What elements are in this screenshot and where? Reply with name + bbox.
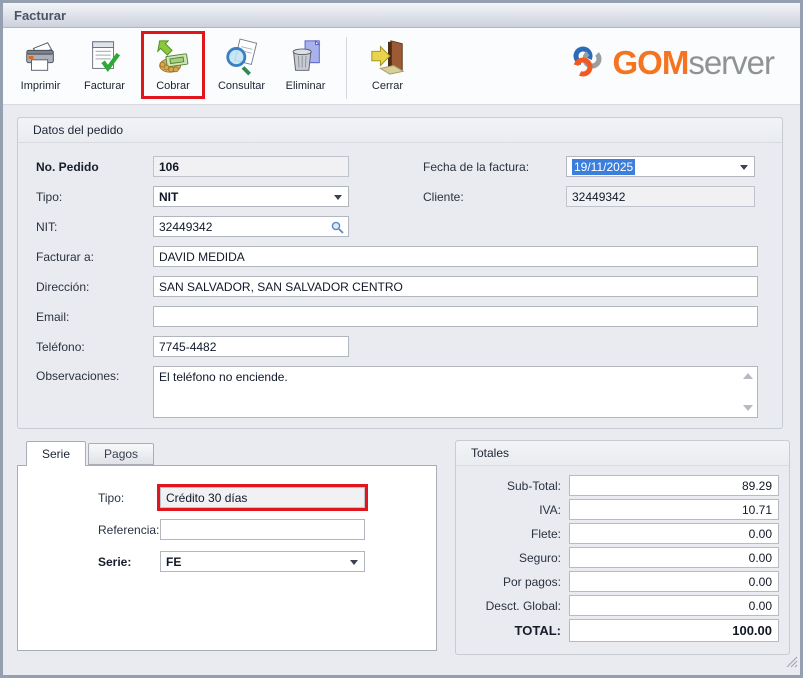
iva-label: IVA:	[539, 503, 561, 517]
datos-del-pedido-group: Datos del pedido No. Pedido 106 Fecha de…	[17, 117, 783, 429]
direccion-field[interactable]: SAN SALVADOR, SAN SALVADOR CENTRO	[153, 276, 758, 297]
imprimir-button[interactable]: Imprimir	[9, 31, 72, 92]
cliente-field: 32449342	[566, 186, 755, 207]
resize-grip[interactable]	[785, 655, 798, 673]
por-pagos-label: Por pagos:	[503, 575, 561, 589]
gomserver-logo: GOMserver	[568, 45, 774, 79]
chevron-down-icon[interactable]	[350, 560, 358, 565]
email-label: Email:	[36, 310, 153, 324]
no-pedido-field: 106	[153, 156, 349, 177]
cerrar-label: Cerrar	[372, 80, 403, 92]
collect-payment-icon	[152, 35, 194, 79]
eliminar-button[interactable]: Eliminar	[274, 31, 337, 92]
toolbar-separator	[346, 37, 347, 99]
totales-group: Totales Sub-Total: 89.29 IVA: 10.71 Flet…	[455, 440, 790, 655]
total-field: 100.00	[569, 619, 779, 642]
no-pedido-label: No. Pedido	[36, 160, 153, 174]
por-pagos-field: 0.00	[569, 571, 779, 592]
invoice-check-icon	[84, 35, 126, 79]
trash-icon	[285, 35, 327, 79]
tab-pagos-label: Pagos	[104, 447, 138, 461]
facturar-window: Facturar Imprimir	[0, 0, 803, 678]
email-field[interactable]	[153, 306, 758, 327]
eliminar-label: Eliminar	[286, 80, 326, 92]
subtotal-label: Sub-Total:	[507, 479, 561, 493]
scroll-down-icon[interactable]	[743, 405, 753, 411]
referencia-field[interactable]	[160, 519, 365, 540]
fecha-factura-value: 19/11/2025	[572, 159, 635, 175]
toolbar: Imprimir Facturar	[3, 28, 800, 105]
imprimir-label: Imprimir	[21, 80, 61, 92]
exit-door-icon	[367, 35, 409, 79]
brand-primary: GOM	[612, 44, 688, 81]
fecha-factura-label: Fecha de la factura:	[423, 160, 566, 174]
panel-tipo-label: Tipo:	[98, 491, 160, 505]
panel-tipo-field: Crédito 30 días	[160, 487, 365, 508]
nit-label: NIT:	[36, 220, 153, 234]
consultar-button[interactable]: Consultar	[210, 31, 273, 92]
desct-global-field: 0.00	[569, 595, 779, 616]
window-title: Facturar	[14, 8, 66, 23]
observaciones-label: Observaciones:	[36, 366, 153, 383]
nit-value: 32449342	[159, 220, 212, 234]
gomserver-logo-icon	[568, 45, 606, 79]
cliente-label: Cliente:	[423, 190, 566, 204]
flete-field: 0.00	[569, 523, 779, 544]
observaciones-textarea[interactable]: El teléfono no enciende.	[153, 366, 758, 418]
chevron-down-icon[interactable]	[740, 165, 748, 170]
printer-icon	[20, 35, 62, 79]
facturar-label: Facturar	[84, 80, 125, 92]
title-bar: Facturar	[3, 3, 800, 28]
telefono-field[interactable]: 7745-4482	[153, 336, 349, 357]
consultar-label: Consultar	[218, 80, 265, 92]
totales-group-title: Totales	[456, 441, 789, 466]
serie-value: FE	[166, 555, 181, 569]
fecha-factura-field[interactable]: 19/11/2025	[566, 156, 755, 177]
referencia-label: Referencia:	[98, 523, 160, 537]
tab-pagos[interactable]: Pagos	[88, 443, 154, 465]
facturar-a-field[interactable]: DAVID MEDIDA	[153, 246, 758, 267]
serie-dropdown[interactable]: FE	[160, 551, 365, 572]
tipo-value: NIT	[159, 190, 178, 204]
nit-field[interactable]: 32449342	[153, 216, 349, 237]
seguro-field: 0.00	[569, 547, 779, 568]
facturar-button[interactable]: Facturar	[73, 31, 136, 92]
facturar-a-label: Facturar a:	[36, 250, 153, 264]
iva-field: 10.71	[569, 499, 779, 520]
cerrar-button[interactable]: Cerrar	[356, 31, 419, 92]
chevron-down-icon[interactable]	[334, 195, 342, 200]
brand-secondary: server	[688, 44, 774, 81]
tab-serie-label: Serie	[42, 447, 70, 461]
serie-label: Serie:	[98, 555, 160, 569]
tipo-label: Tipo:	[36, 190, 153, 204]
total-label: TOTAL:	[515, 623, 561, 638]
serie-tab-panel: Tipo: Crédito 30 días Referencia: Serie:…	[17, 465, 437, 651]
tab-serie[interactable]: Serie	[26, 441, 86, 466]
cobrar-label: Cobrar	[156, 80, 190, 92]
flete-label: Flete:	[531, 527, 561, 541]
desct-global-label: Desct. Global:	[486, 599, 561, 613]
seguro-label: Seguro:	[519, 551, 561, 565]
subtotal-field: 89.29	[569, 475, 779, 496]
serie-pagos-tabs: Serie Pagos Tipo: Crédito 30 días Refere…	[17, 440, 437, 651]
lookup-search-icon[interactable]	[331, 221, 344, 237]
scroll-up-icon[interactable]	[743, 373, 753, 379]
direccion-label: Dirección:	[36, 280, 153, 294]
telefono-label: Teléfono:	[36, 340, 153, 354]
search-document-icon	[221, 35, 263, 79]
tipo-dropdown[interactable]: NIT	[153, 186, 349, 207]
datos-group-title: Datos del pedido	[18, 118, 782, 143]
observaciones-value: El teléfono no enciende.	[159, 370, 288, 384]
cobrar-button[interactable]: Cobrar	[141, 31, 205, 99]
